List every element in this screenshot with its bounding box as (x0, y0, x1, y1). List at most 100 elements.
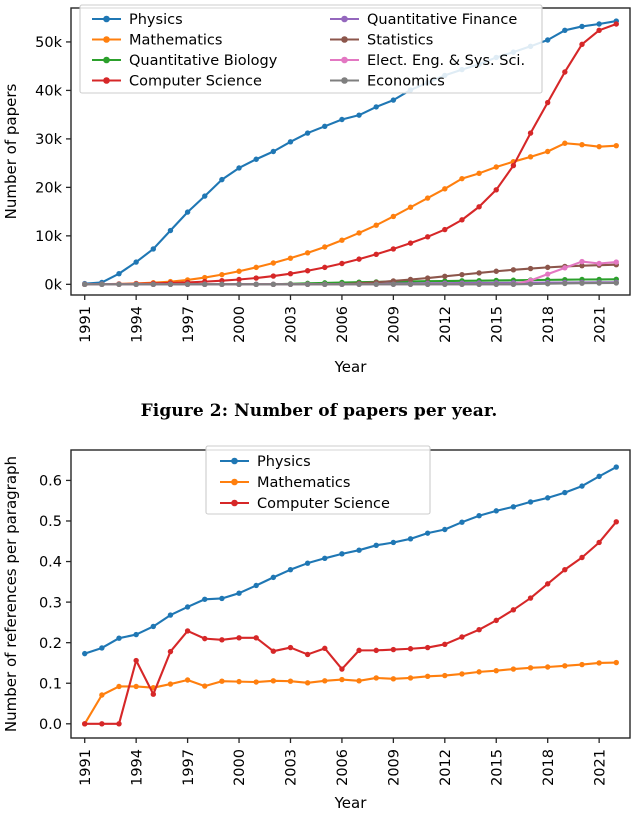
series-marker (390, 281, 397, 288)
series-marker (613, 659, 619, 666)
series-marker (442, 281, 448, 288)
x-tick-label: 2021 (592, 306, 608, 343)
series-marker (82, 650, 88, 657)
series-marker (219, 637, 225, 643)
series-marker (527, 265, 534, 272)
series-marker (510, 504, 517, 510)
x-tick-label: 2015 (489, 306, 505, 343)
series-marker (476, 627, 482, 633)
series-marker (613, 280, 619, 286)
series-marker (82, 721, 88, 727)
series-marker (459, 271, 465, 278)
x-tick-label: 2015 (489, 749, 505, 786)
legend-item-label: Quantitative Biology (129, 53, 278, 69)
series-marker (150, 281, 157, 288)
series-marker (287, 678, 294, 684)
series-marker (202, 281, 208, 288)
x-tick-label: 1991 (78, 749, 94, 786)
chart-references-per-paragraph: 0.0 0.1 0.2 0.3 0.4 0.5 0.6 1991 1994 1997 2000 200… (0, 430, 638, 814)
series-marker (527, 499, 534, 505)
series-marker (510, 162, 517, 169)
series-marker (184, 281, 191, 288)
series-marker (407, 675, 414, 681)
series-marker (527, 595, 534, 601)
x-tick-label: 2003 (284, 306, 300, 343)
x-tick-label: 2009 (387, 306, 403, 343)
series-marker (133, 657, 139, 664)
series-marker (527, 281, 534, 287)
series-marker (356, 230, 362, 236)
series-marker (116, 635, 122, 641)
y-tick-label: 30k (35, 132, 62, 148)
y-tick-label: 0k (44, 278, 62, 294)
series-marker (116, 270, 122, 277)
series-marker (527, 130, 534, 136)
y-tick-label: 0.6 (39, 474, 62, 490)
series-marker (390, 246, 397, 252)
series-marker (442, 641, 448, 647)
series-marker (407, 204, 414, 210)
series-marker (407, 240, 414, 246)
series-marker (339, 676, 345, 683)
series-marker (613, 142, 619, 149)
series-marker (304, 268, 311, 274)
series-marker (322, 264, 328, 271)
x-tick-label: 1997 (181, 306, 197, 343)
series-marker (99, 692, 105, 698)
series-marker (596, 21, 602, 27)
x-tick-label: 2018 (541, 306, 557, 343)
series-marker (613, 259, 619, 265)
series-marker (270, 281, 277, 288)
x-tick-label: 1994 (129, 749, 145, 786)
series-marker (596, 280, 602, 286)
series-marker (544, 37, 551, 43)
series-marker (322, 555, 328, 561)
series-marker (476, 204, 482, 210)
series-marker (493, 187, 499, 193)
legend-swatch-marker (231, 499, 238, 507)
series-marker (493, 617, 499, 624)
series-marker (184, 209, 191, 215)
legend-swatch-marker (341, 15, 348, 23)
series-marker (442, 186, 448, 192)
series-marker (133, 631, 139, 638)
series-marker (544, 581, 551, 587)
series-marker (219, 595, 225, 602)
series-marker (373, 281, 379, 288)
x-axis-title: Year (334, 794, 368, 812)
series-marker (493, 508, 499, 514)
series-marker (356, 256, 362, 262)
y-tick-label: 0.1 (39, 676, 62, 692)
series-marker (424, 195, 431, 201)
series-marker (287, 644, 294, 651)
x-tick-label: 2018 (541, 749, 557, 786)
x-tick-label: 2009 (387, 749, 403, 786)
legend-item-label: Statistics (367, 33, 433, 49)
series-marker (562, 489, 568, 496)
series-marker (304, 281, 311, 288)
series-marker (562, 69, 568, 75)
x-tick-label: 2000 (232, 306, 248, 343)
legend-item-label: Computer Science (129, 74, 262, 90)
series-marker (390, 646, 397, 653)
series-marker (407, 281, 414, 288)
legend-swatch-marker (103, 77, 110, 84)
legend-swatch-marker (103, 56, 110, 64)
series-marker (287, 566, 294, 573)
series-marker (270, 148, 277, 155)
series-marker (219, 271, 225, 278)
y-tick-label: 40k (35, 84, 62, 100)
series-marker (356, 647, 362, 654)
series-marker (424, 275, 431, 281)
series-marker (202, 193, 208, 199)
series-marker (356, 112, 362, 118)
series-marker (322, 244, 328, 250)
legend-swatch-marker (341, 77, 348, 84)
series-marker (544, 664, 551, 670)
series-marker (167, 227, 174, 234)
legend-item-label: Economics (367, 74, 445, 90)
series-marker (236, 165, 242, 171)
series-marker (527, 154, 534, 160)
series-marker (544, 99, 551, 106)
series-marker (116, 281, 122, 288)
